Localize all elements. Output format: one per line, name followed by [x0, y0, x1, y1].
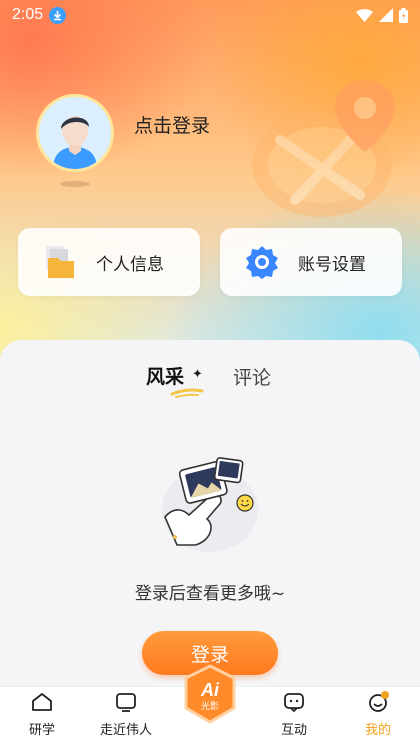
avatar-shadow: [60, 181, 90, 187]
nav-label-study: 研学: [28, 723, 55, 738]
personal-info-label: 个人信息: [96, 254, 164, 275]
nav-item-study[interactable]: 研学: [0, 687, 84, 747]
account-settings-card[interactable]: 账号设置: [220, 228, 402, 296]
profile-icon: [369, 691, 389, 712]
tab-style[interactable]: 风采: [146, 362, 184, 389]
login-prompt[interactable]: 点击登录: [134, 111, 210, 138]
user-avatar-icon: [39, 97, 111, 169]
tab-comments[interactable]: 评论: [233, 363, 271, 390]
nav-label-interact: 互动: [280, 723, 307, 738]
nav-item-great-people[interactable]: 走近伟人: [84, 687, 168, 747]
wifi-icon: [356, 8, 373, 22]
ai-badge-icon[interactable]: Ai 光影: [182, 664, 238, 724]
folder-icon: [46, 246, 74, 278]
status-time: 2:05: [12, 6, 44, 23]
nav-label-mine: 我的: [364, 723, 391, 738]
tab-underline-icon: [170, 388, 204, 398]
gear-icon: [246, 246, 278, 279]
ai-badge-sub: 光影: [201, 700, 219, 712]
nav-item-interact[interactable]: 互动: [252, 687, 336, 747]
account-settings-label: 账号设置: [298, 254, 366, 275]
map-pin-decoration-icon: [252, 80, 395, 217]
empty-state-message: 登录后查看更多哦~: [134, 584, 286, 604]
ai-badge-title: Ai: [200, 680, 220, 700]
battery-icon: [399, 7, 408, 23]
personal-info-card[interactable]: 个人信息: [18, 228, 200, 296]
status-bar: 2:05: [0, 0, 420, 30]
nav-label-great-people: 走近伟人: [99, 723, 152, 738]
sparkle-icon: ✦: [192, 367, 203, 382]
avatar[interactable]: [36, 94, 114, 172]
nav-item-mine[interactable]: 我的: [336, 687, 420, 747]
tab-bar: 风采 ✦ 评论: [0, 360, 420, 400]
signal-icon: [379, 8, 393, 22]
home-icon: [32, 693, 52, 711]
empty-photos-icon: [162, 457, 258, 552]
download-icon: [49, 6, 67, 24]
chat-icon: [284, 693, 304, 713]
tv-icon: [116, 693, 136, 712]
